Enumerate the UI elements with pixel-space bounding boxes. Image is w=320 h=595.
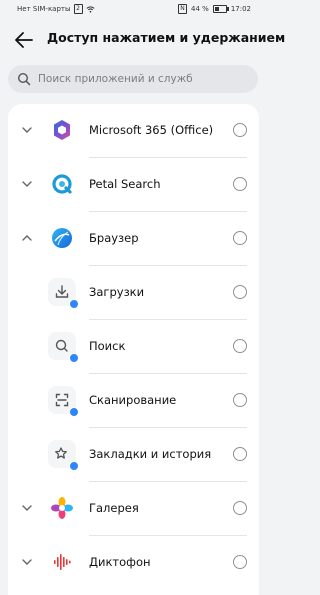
chevron-down-icon[interactable]: [20, 123, 34, 137]
item-label: Загрузки: [89, 285, 145, 299]
browser-badge-icon: [69, 407, 79, 417]
radio-button[interactable]: [233, 123, 247, 137]
status-left: Нет SIM-карты 2: [17, 4, 95, 14]
downloads-icon: [48, 278, 79, 309]
item-label: Диктофон: [89, 555, 151, 569]
back-arrow-icon[interactable]: [12, 28, 36, 52]
search-icon: [48, 332, 79, 363]
recorder-icon: [48, 548, 76, 576]
list-item-scan[interactable]: Сканирование: [8, 374, 259, 428]
chevron-down-icon[interactable]: [20, 177, 34, 191]
item-label: Поиск: [89, 339, 126, 353]
radio-button[interactable]: [233, 501, 247, 515]
wifi-icon: [85, 5, 95, 13]
chevron-down-icon[interactable]: [20, 555, 34, 569]
battery-percent: 44 %: [191, 5, 209, 13]
status-bar: Нет SIM-карты 2 N 44 % 17:02: [0, 0, 267, 18]
microsoft-365-icon: [48, 116, 76, 144]
list-item-bookmarks-history[interactable]: Закладки и история: [8, 428, 259, 482]
list-item-downloads[interactable]: Загрузки: [8, 266, 259, 320]
list-item-recorder[interactable]: Диктофон: [8, 536, 259, 590]
status-right: N 44 % 17:02: [178, 4, 251, 14]
nfc-icon: N: [178, 4, 188, 14]
radio-button[interactable]: [233, 339, 247, 353]
item-label: Браузер: [89, 231, 139, 245]
list-item-microsoft-365[interactable]: Microsoft 365 (Office): [8, 104, 259, 158]
browser-icon: [48, 224, 76, 252]
header: Доступ нажатием и удержанием: [0, 24, 285, 54]
radio-button[interactable]: [233, 447, 247, 461]
search-input[interactable]: [38, 65, 248, 93]
browser-badge-icon: [69, 353, 79, 363]
item-label: Сканирование: [89, 393, 177, 407]
list-item-petal-search[interactable]: Petal Search: [8, 158, 259, 212]
radio-button[interactable]: [233, 231, 247, 245]
search-icon: [17, 72, 31, 86]
scan-icon: [48, 386, 79, 417]
radio-button[interactable]: [233, 285, 247, 299]
radio-button[interactable]: [233, 393, 247, 407]
carrier-text: Нет SIM-карты: [17, 5, 71, 13]
browser-badge-icon: [69, 461, 79, 471]
page-title: Доступ нажатием и удержанием: [47, 30, 286, 45]
list-item-search[interactable]: Поиск: [8, 320, 259, 374]
app-list: Microsoft 365 (Office) Petal Search Брау…: [8, 104, 259, 595]
list-item-browser[interactable]: Браузер: [8, 212, 259, 266]
item-label: Закладки и история: [89, 447, 212, 461]
gallery-icon: [48, 494, 76, 522]
item-label: Petal Search: [89, 177, 161, 191]
list-item-gallery[interactable]: Галерея: [8, 482, 259, 536]
chevron-up-icon[interactable]: [20, 231, 34, 245]
radio-button[interactable]: [233, 555, 247, 569]
chevron-down-icon[interactable]: [20, 501, 34, 515]
search-bar[interactable]: [8, 65, 258, 93]
browser-badge-icon: [69, 299, 79, 309]
item-label: Галерея: [89, 501, 139, 515]
battery-icon: [212, 5, 229, 13]
radio-button[interactable]: [233, 177, 247, 191]
clock: 17:02: [230, 5, 251, 13]
sim-slot-icon: 2: [73, 4, 83, 14]
bookmarks-icon: [48, 440, 79, 471]
petal-search-icon: [48, 170, 76, 198]
item-label: Microsoft 365 (Office): [89, 123, 214, 137]
